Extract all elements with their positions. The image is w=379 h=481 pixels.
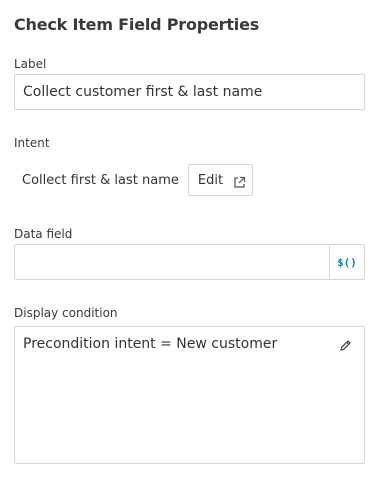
data-field-label: Data field	[14, 227, 73, 241]
expression-button[interactable]: $()	[329, 245, 364, 279]
intent-row: Collect first & last name Edit	[22, 164, 253, 196]
label-input-value: Collect customer first & last name	[23, 84, 263, 100]
edit-intent-label: Edit	[197, 172, 224, 188]
label-input[interactable]: Collect customer first & last name	[14, 74, 365, 110]
display-condition-label: Display condition	[14, 306, 118, 320]
edit-intent-button[interactable]: Edit	[187, 164, 253, 196]
display-condition-value: Precondition intent = New customer	[23, 336, 278, 352]
panel-title: Check Item Field Properties	[14, 15, 260, 34]
external-link-icon	[233, 174, 246, 188]
intent-value: Collect first & last name	[22, 172, 179, 188]
display-condition-textarea[interactable]: Precondition intent = New customer	[14, 326, 365, 464]
data-field-input[interactable]: $()	[14, 244, 365, 280]
label-field-label: Label	[14, 57, 47, 71]
pencil-icon[interactable]	[339, 337, 352, 351]
intent-label: Intent	[14, 136, 50, 150]
field-properties-panel: Check Item Field Properties Label Collec…	[0, 0, 379, 481]
